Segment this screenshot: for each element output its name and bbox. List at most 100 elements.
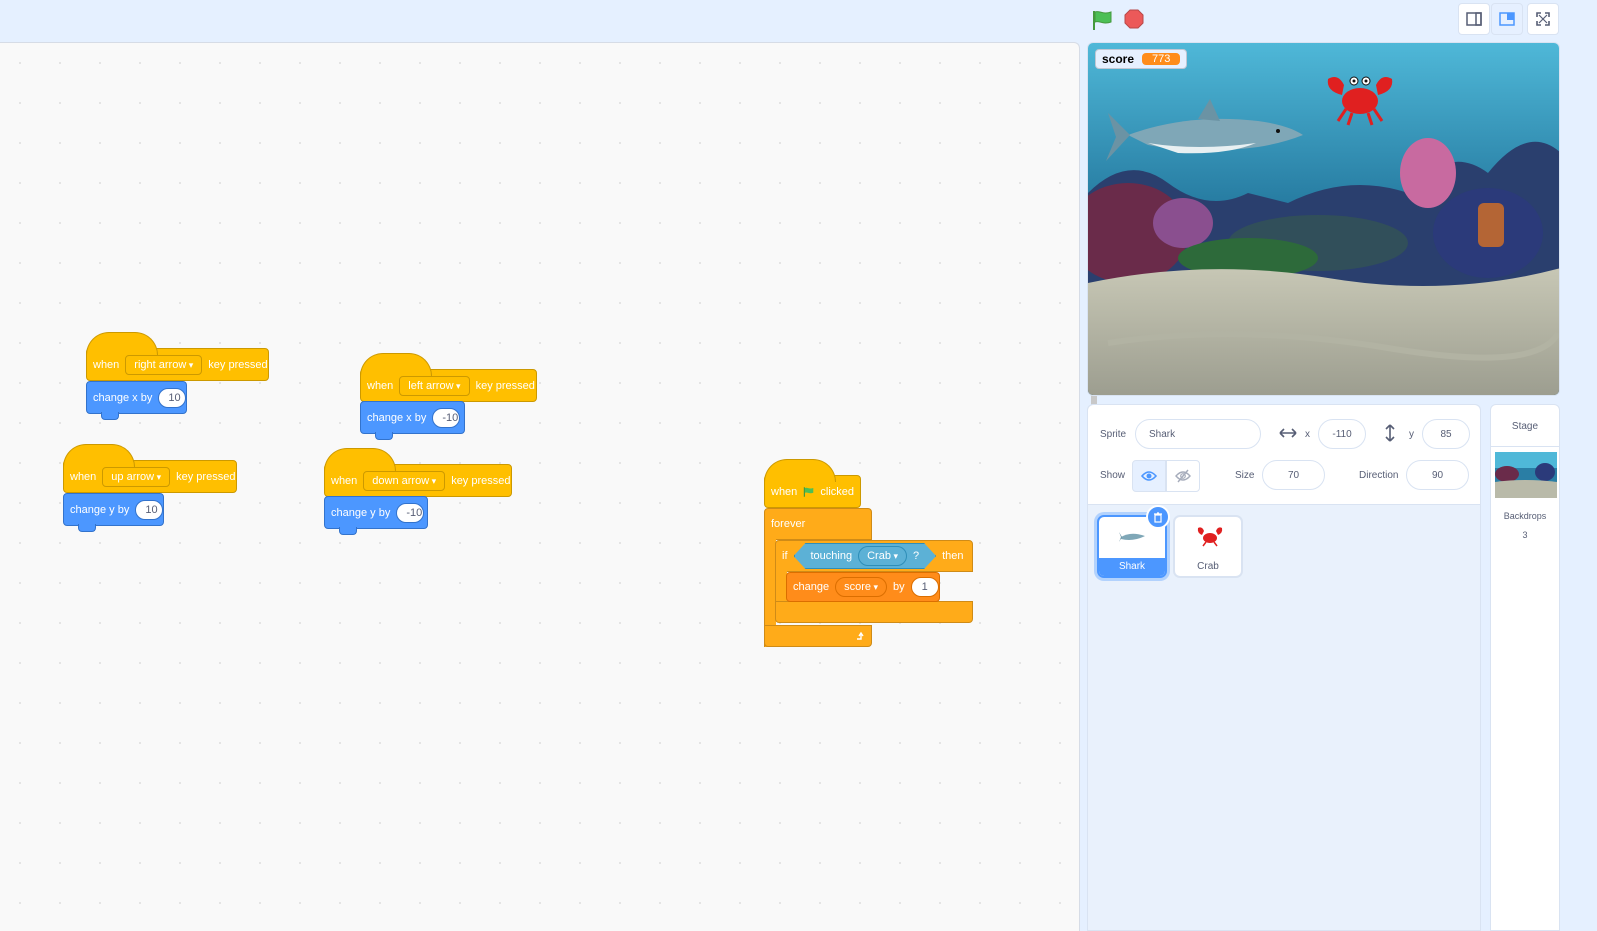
change-variable-block[interactable]: change score by 1: [786, 572, 940, 602]
stage-divider: [1491, 446, 1559, 447]
sprite-pane: Sprite Shark x -110 y 85 Show Size 70 Di…: [1087, 404, 1481, 931]
show-label: Show: [1100, 470, 1126, 481]
touching-condition[interactable]: touching Crab ?: [794, 543, 937, 569]
normal-stage-icon: [1499, 12, 1515, 26]
block-text: when: [771, 485, 798, 498]
block-text: when: [331, 474, 358, 487]
fullscreen-icon: [1536, 12, 1550, 26]
change-x-block[interactable]: change x by 10: [86, 381, 187, 420]
x-arrows-icon: [1279, 428, 1297, 438]
forever-block[interactable]: forever: [764, 508, 872, 540]
y-arrows-icon: [1385, 424, 1395, 442]
direction-label: Direction: [1359, 470, 1399, 481]
direction-value: 90: [1431, 469, 1444, 481]
key-dropdown[interactable]: right arrow: [125, 354, 203, 375]
monitor-label: score: [1102, 52, 1135, 66]
green-flag-icon: [804, 486, 814, 497]
sprite-name-value: Shark: [1149, 428, 1176, 440]
x-input[interactable]: -110: [1318, 419, 1366, 449]
block-text: when: [93, 358, 120, 371]
x-value: -110: [1332, 428, 1352, 440]
backdrop-thumbnail: [1495, 452, 1557, 498]
key-dropdown[interactable]: left arrow: [399, 375, 470, 396]
block-text: by: [893, 581, 905, 593]
block-text: key pressed: [475, 379, 535, 392]
stage-title: Stage: [1511, 421, 1539, 432]
sprite-tile-crab[interactable]: Crab: [1173, 515, 1243, 578]
number-input[interactable]: 10: [135, 499, 164, 520]
normal-stage-button[interactable]: [1491, 3, 1523, 35]
code-area[interactable]: when right arrow key pressed change x by…: [0, 42, 1080, 931]
small-stage-button[interactable]: [1458, 3, 1490, 35]
sprite-name-label: Sprite: [1100, 429, 1127, 440]
change-y-block[interactable]: change y by -10: [324, 496, 428, 535]
block-text: if: [782, 550, 788, 562]
block-text: key pressed: [208, 358, 268, 371]
when-key-pressed-block[interactable]: when down arrow key pressed: [324, 448, 512, 497]
block-text: change x by: [93, 391, 153, 404]
monitor-value: 773: [1142, 53, 1181, 65]
block-text: change y by: [70, 503, 130, 516]
show-hidden-button[interactable]: [1166, 460, 1200, 492]
sprite-tile-name: Crab: [1197, 561, 1219, 572]
variable-dropdown[interactable]: score: [835, 577, 888, 597]
show-visible-button[interactable]: [1132, 460, 1166, 492]
block-text: key pressed: [176, 470, 236, 483]
block-text: change y by: [331, 506, 391, 519]
touching-target-dropdown[interactable]: Crab: [858, 546, 907, 566]
stage-canvas[interactable]: score 773: [1087, 42, 1560, 396]
crab-thumbnail: [1197, 527, 1223, 547]
trash-icon: [1154, 511, 1162, 523]
stop-icon[interactable]: [1124, 9, 1144, 29]
fullscreen-button[interactable]: [1527, 3, 1559, 35]
eye-icon: [1141, 471, 1157, 481]
sprite-info: Sprite Shark x -110 y 85 Show Size 70 Di…: [1088, 405, 1480, 505]
scratch-editor: when right arrow key pressed change x by…: [0, 0, 1597, 931]
number-input[interactable]: -10: [396, 502, 425, 523]
when-key-pressed-block[interactable]: when right arrow key pressed: [86, 332, 269, 381]
size-value: 70: [1287, 469, 1300, 481]
small-stage-icon: [1466, 12, 1482, 26]
size-label: Size: [1235, 470, 1255, 481]
forever-bottom: [764, 625, 872, 647]
loop-arrow-icon: [857, 631, 864, 640]
backdrops-count: 3: [1522, 530, 1528, 540]
when-key-pressed-block[interactable]: when left arrow key pressed: [360, 353, 537, 402]
block-text: then: [942, 550, 964, 562]
change-x-block[interactable]: change x by -10: [360, 401, 465, 440]
if-bottom: [775, 601, 973, 623]
score-monitor[interactable]: score 773: [1095, 49, 1188, 69]
if-then-block[interactable]: if touching Crab ? then: [775, 540, 973, 572]
block-text: ?: [912, 550, 920, 562]
number-input[interactable]: 10: [158, 387, 187, 408]
eye-hidden-icon: [1175, 469, 1191, 483]
block-text: change x by: [367, 411, 427, 424]
sprite-tile-name: Shark: [1099, 558, 1165, 576]
key-dropdown[interactable]: up arrow: [102, 466, 171, 487]
stage-selector[interactable]: Stage Backdrops 3: [1490, 404, 1560, 931]
change-y-block[interactable]: change y by 10: [63, 493, 164, 532]
y-value: 85: [1440, 428, 1452, 440]
x-label: x: [1305, 429, 1310, 440]
underwater-backdrop: [1088, 43, 1559, 395]
delete-sprite-button[interactable]: [1146, 505, 1170, 529]
number-input[interactable]: 1: [910, 577, 939, 597]
when-flag-clicked-block[interactable]: when clicked: [764, 459, 861, 508]
sprite-name-input[interactable]: Shark: [1135, 419, 1261, 449]
block-text: when: [367, 379, 394, 392]
number-input[interactable]: -10: [432, 407, 461, 428]
y-label: y: [1409, 429, 1414, 440]
shark-thumbnail: [1119, 532, 1145, 542]
block-text: key pressed: [451, 474, 511, 487]
block-text: touching: [810, 550, 853, 562]
block-text: change: [793, 581, 830, 593]
backdrops-label: Backdrops: [1503, 511, 1547, 521]
block-text: forever: [771, 518, 806, 530]
block-text: when: [70, 470, 97, 483]
green-flag-icon[interactable]: [1091, 9, 1113, 31]
y-input[interactable]: 85: [1422, 419, 1470, 449]
key-dropdown[interactable]: down arrow: [363, 470, 446, 491]
direction-input[interactable]: 90: [1406, 460, 1469, 490]
size-input[interactable]: 70: [1262, 460, 1325, 490]
when-key-pressed-block[interactable]: when up arrow key pressed: [63, 444, 237, 493]
